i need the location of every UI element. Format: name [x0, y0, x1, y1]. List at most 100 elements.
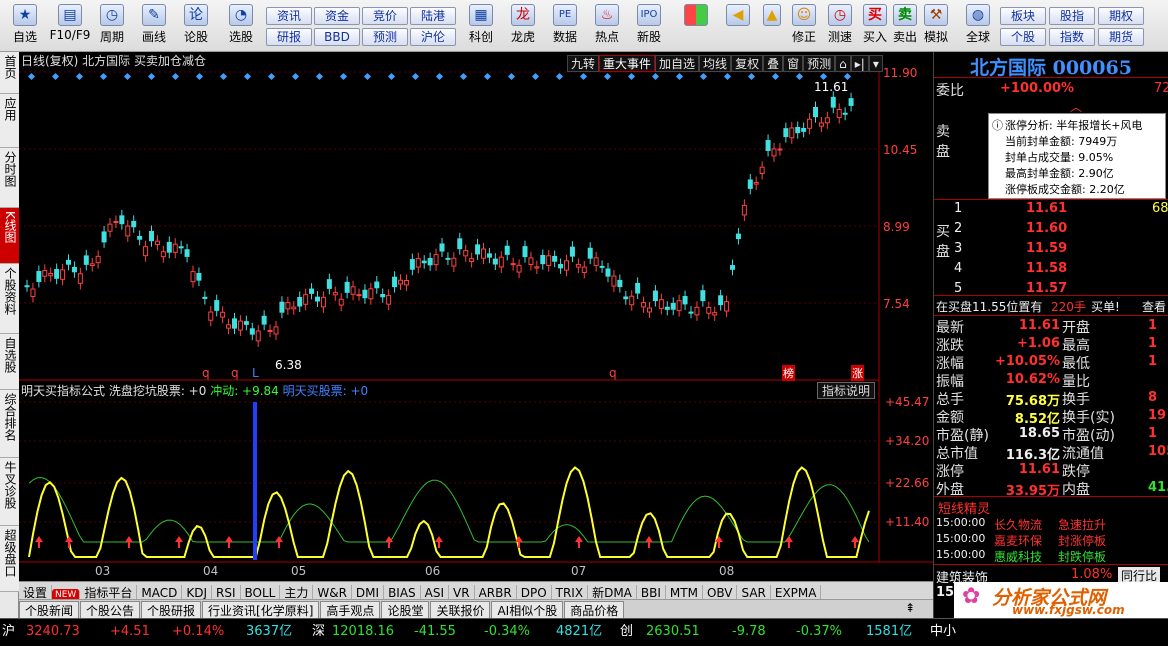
pill-sector[interactable]: 板块: [1000, 7, 1046, 25]
tab-moving-avg[interactable]: 均线: [699, 55, 732, 72]
pill-futures[interactable]: 期货: [1098, 28, 1144, 46]
pill-stock-index[interactable]: 股指: [1049, 7, 1095, 25]
pin-icon[interactable]: ▸|: [850, 55, 869, 72]
short-item-stock[interactable]: 长久物流: [994, 516, 1042, 533]
marker-q[interactable]: q: [231, 366, 239, 380]
pill-index[interactable]: 指数: [1049, 28, 1095, 46]
tab-ai-similar[interactable]: AI相似个股: [491, 601, 564, 618]
tab-nine-turn[interactable]: 九转: [567, 55, 600, 72]
back-button[interactable]: ◀: [718, 2, 758, 50]
side-tab-diagnosis[interactable]: 牛叉诊股: [0, 458, 19, 526]
tab-expma[interactable]: EXPMA: [771, 585, 822, 599]
speed-test-button[interactable]: ◷ 测速: [822, 2, 858, 50]
tab-trix[interactable]: TRIX: [552, 585, 589, 599]
favorites-button[interactable]: ★ 自选: [2, 2, 48, 50]
layout-button[interactable]: [676, 2, 716, 50]
short-item-stock[interactable]: 惠威科技: [994, 548, 1042, 565]
side-tab-ranking[interactable]: 综合排名: [0, 390, 19, 458]
dragon-tiger-button[interactable]: 龙龙虎: [502, 2, 544, 50]
pill-news[interactable]: 资讯: [266, 7, 312, 25]
tab-add-watch[interactable]: 加自选: [655, 55, 700, 72]
tab-major-events[interactable]: 重大事件: [599, 55, 656, 72]
kline-chart-area[interactable]: 日线(复权) 北方国际 买卖加仓减仓 九转 重大事件 加自选 均线 复权叠窗预测 ⌂ ▸| ▾…: [19, 52, 933, 581]
short-item-stock[interactable]: 嘉麦环保: [994, 532, 1042, 549]
f10-button[interactable]: ▤ F10/F9: [48, 2, 92, 50]
tab-dmi[interactable]: DMI: [352, 585, 385, 599]
up-button[interactable]: ▲: [760, 2, 784, 50]
tab-vr[interactable]: VR: [449, 585, 475, 599]
pill-research[interactable]: 研报: [266, 28, 312, 46]
tab-rsi[interactable]: RSI: [212, 585, 241, 599]
marker-l[interactable]: L: [252, 366, 259, 380]
tab-boll[interactable]: BOLL: [241, 585, 281, 599]
tab-new-dma[interactable]: 新DMA: [588, 585, 637, 599]
tab-adjust[interactable]: 复权: [731, 55, 764, 72]
tab-asi[interactable]: ASI: [421, 585, 450, 599]
side-tab-profile[interactable]: 个股资料: [0, 264, 19, 334]
brand-url: www.fxjgsw.com: [1012, 603, 1125, 617]
period-button[interactable]: ◷ 周期: [92, 2, 132, 50]
marker-q[interactable]: q: [609, 366, 617, 380]
tab-sar[interactable]: SAR: [737, 585, 771, 599]
ipo-button[interactable]: IPO 新股: [628, 2, 670, 50]
hot-button[interactable]: ♨ 热点: [586, 2, 628, 50]
short-spirit-title: 短线精灵: [938, 502, 991, 517]
side-tab-kline[interactable]: K线图: [0, 208, 19, 264]
pill-stock[interactable]: 个股: [1000, 28, 1046, 46]
tab-window[interactable]: 窗: [783, 55, 804, 72]
indicator-help-button[interactable]: 指标说明: [817, 382, 876, 399]
tab-bbi[interactable]: BBI: [637, 585, 666, 599]
global-button[interactable]: ◍ 全球: [956, 2, 1000, 50]
side-tab-watchlist[interactable]: 自选股: [0, 334, 19, 390]
tab-forum[interactable]: 论股堂: [381, 601, 430, 618]
pill-options[interactable]: 期权: [1098, 7, 1144, 25]
side-tab-intraday[interactable]: 分时图: [0, 148, 19, 208]
stock-pick-button[interactable]: ◔ 选股: [218, 2, 264, 50]
tab-bias[interactable]: BIAS: [384, 585, 421, 599]
tab-dpo[interactable]: DPO: [517, 585, 552, 599]
expand-up-icon[interactable]: ⇞: [905, 601, 915, 615]
tab-main-force[interactable]: 主力: [280, 585, 314, 599]
tab-industry-news[interactable]: 行业资讯[化学原料]: [202, 601, 320, 618]
side-tab-apps[interactable]: 应用: [0, 94, 19, 148]
marker-q[interactable]: q: [202, 366, 210, 380]
pill-hk-connect[interactable]: 陆港: [410, 7, 456, 25]
fix-button[interactable]: ☺ 修正: [786, 2, 822, 50]
simulate-button[interactable]: ⚒ 模拟: [920, 2, 952, 50]
tab-obv[interactable]: OBV: [703, 585, 738, 599]
tab-stock-research[interactable]: 个股研报: [141, 601, 202, 618]
chart-canvas[interactable]: [19, 52, 933, 581]
tab-forecast[interactable]: 预测: [803, 55, 836, 72]
marker-ranking[interactable]: 榜: [782, 365, 795, 381]
tab-settings[interactable]: 设置: [19, 585, 53, 599]
data-button[interactable]: PE 数据: [544, 2, 586, 50]
tab-overlay[interactable]: 叠: [763, 55, 784, 72]
lock-icon[interactable]: ⌂: [835, 55, 851, 72]
star-market-button[interactable]: ▦ 科创: [460, 2, 502, 50]
tab-indicator-platform[interactable]: 指标平台: [80, 585, 138, 599]
pill-auction[interactable]: 竞价: [362, 7, 408, 25]
pill-forecast[interactable]: 预测: [362, 28, 408, 46]
side-tab-level2[interactable]: 超级盘口: [0, 526, 19, 592]
marker-limit-up[interactable]: 涨: [851, 365, 864, 381]
view-link[interactable]: 查看: [1142, 298, 1166, 315]
tab-arbr[interactable]: ARBR: [475, 585, 517, 599]
pill-sh-london[interactable]: 沪伦: [410, 28, 456, 46]
tab-stock-notice[interactable]: 个股公告: [80, 601, 141, 618]
side-tab-home[interactable]: 首页: [0, 52, 19, 94]
tab-macd[interactable]: MACD: [137, 585, 183, 599]
sell-button[interactable]: 卖卖出: [890, 2, 920, 50]
draw-line-button[interactable]: ✎ 画线: [134, 2, 174, 50]
tab-wr[interactable]: W&R: [313, 585, 352, 599]
tab-commodity[interactable]: 商品价格: [564, 601, 625, 618]
chevron-down-icon[interactable]: ▾: [868, 55, 883, 72]
discuss-button[interactable]: 论论股: [176, 2, 216, 50]
buy-button[interactable]: 买买入: [860, 2, 890, 50]
tab-stock-news[interactable]: 个股新闻: [19, 601, 80, 618]
tab-mtm[interactable]: MTM: [666, 585, 703, 599]
tab-kdj[interactable]: KDJ: [182, 585, 212, 599]
tab-expert-view[interactable]: 高手观点: [320, 601, 381, 618]
tab-related-quotes[interactable]: 关联报价: [430, 601, 491, 618]
pill-funds[interactable]: 资金: [314, 7, 360, 25]
pill-bbd[interactable]: BBD: [314, 28, 360, 46]
